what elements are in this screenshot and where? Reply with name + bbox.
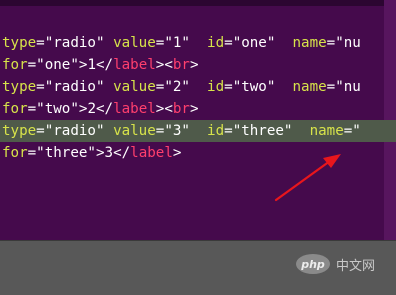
panel-divider (0, 240, 396, 241)
watermark-logo: php (296, 254, 330, 274)
watermark-site-text: 中文网 (336, 258, 376, 274)
editor-screenshot: type="radio" value="1" id="one" name="nu… (0, 0, 396, 295)
watermark: php 中文网 (296, 254, 375, 274)
